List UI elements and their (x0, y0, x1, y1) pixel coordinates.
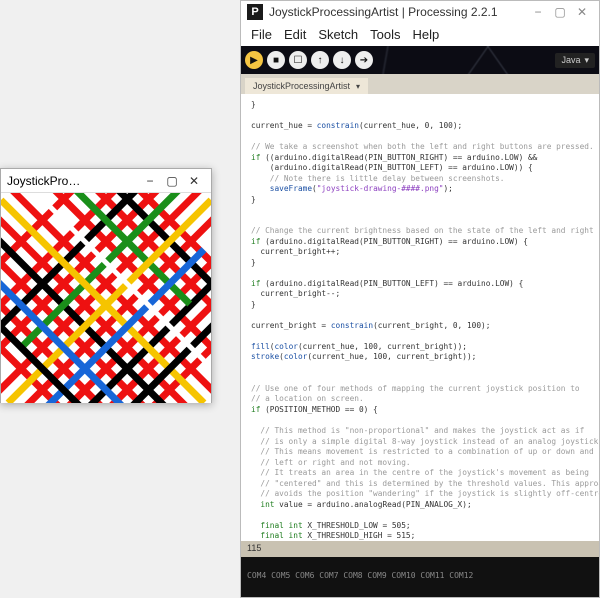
mode-label: Java (561, 55, 580, 65)
open-button[interactable]: ↑ (311, 51, 329, 69)
chevron-down-icon: ▾ (584, 55, 589, 66)
toolbar: ▶ ■ ☐ ↑ ↓ ➔ Java ▾ (241, 46, 599, 74)
line-number: 115 (247, 543, 261, 553)
menu-sketch[interactable]: Sketch (314, 26, 362, 43)
code-editor[interactable]: } current_hue = constrain(current_hue, 0… (241, 94, 599, 541)
ide-window: P JoystickProcessingArtist | Processing … (240, 0, 600, 598)
processing-icon: P (247, 4, 263, 20)
tab-menu-icon[interactable]: ▾ (356, 82, 360, 91)
menu-help[interactable]: Help (408, 26, 443, 43)
sketch-canvas (1, 193, 211, 403)
sketch-tab[interactable]: JoystickProcessingArtist ▾ (245, 78, 368, 94)
tab-bar: JoystickProcessingArtist ▾ (241, 74, 599, 94)
new-button[interactable]: ☐ (289, 51, 307, 69)
console-output: COM4 COM5 COM6 COM7 COM8 COM9 COM10 COM1… (247, 571, 473, 580)
ide-close-button[interactable]: ✕ (571, 3, 593, 21)
menubar: File Edit Sketch Tools Help (241, 23, 599, 46)
menu-file[interactable]: File (247, 26, 276, 43)
tab-label: JoystickProcessingArtist (253, 81, 350, 91)
close-button[interactable]: ✕ (183, 172, 205, 190)
statusbar: 115 (241, 541, 599, 557)
ide-title: JoystickProcessingArtist | Processing 2.… (269, 5, 498, 19)
minimize-button[interactable]: − (139, 172, 161, 190)
sketch-titlebar[interactable]: JoystickPro… − ▢ ✕ (1, 169, 211, 193)
sketch-window: JoystickPro… − ▢ ✕ (0, 168, 212, 403)
maximize-button[interactable]: ▢ (161, 172, 183, 190)
ide-minimize-button[interactable]: − (527, 3, 549, 21)
run-button[interactable]: ▶ (245, 51, 263, 69)
save-button[interactable]: ↓ (333, 51, 351, 69)
console[interactable]: COM4 COM5 COM6 COM7 COM8 COM9 COM10 COM1… (241, 557, 599, 597)
mode-dropdown[interactable]: Java ▾ (555, 53, 595, 68)
ide-maximize-button[interactable]: ▢ (549, 3, 571, 21)
menu-edit[interactable]: Edit (280, 26, 310, 43)
sketch-title: JoystickPro… (7, 174, 80, 188)
ide-titlebar[interactable]: P JoystickProcessingArtist | Processing … (241, 1, 599, 23)
stop-button[interactable]: ■ (267, 51, 285, 69)
export-button[interactable]: ➔ (355, 51, 373, 69)
menu-tools[interactable]: Tools (366, 26, 404, 43)
